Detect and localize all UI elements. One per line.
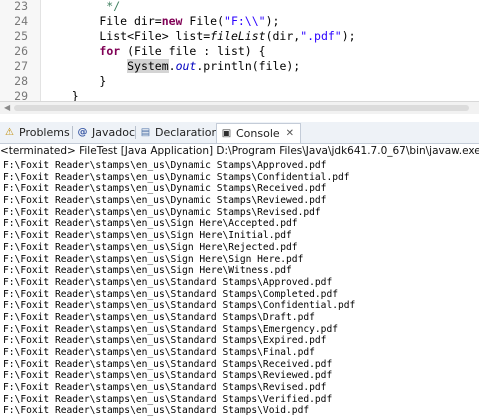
scrollbar-thumb[interactable]	[14, 105, 469, 111]
console-status-header: <terminated> FileTest [Java Application]…	[0, 144, 479, 159]
console-line: F:\Foxit Reader\stamps\en_us\Sign Here\A…	[3, 218, 298, 230]
close-icon[interactable]: ✕	[286, 128, 294, 139]
code-line: 25 List<File> list=fileList(dir,".pdf");	[0, 28, 479, 44]
code-token: );	[265, 14, 280, 28]
console-line: F:\Foxit Reader\stamps\en_us\Standard St…	[3, 393, 333, 405]
declaration-icon: ▤	[140, 127, 151, 138]
console-line: F:\Foxit Reader\stamps\en_us\Dynamic Sta…	[3, 195, 327, 207]
tab-console-label: Console	[236, 127, 280, 140]
code-text: */	[44, 0, 120, 14]
code-token: new	[161, 14, 183, 28]
code-token: fileList	[210, 29, 266, 43]
code-text: for (File file : list) {	[44, 43, 266, 59]
line-number: 23	[14, 0, 28, 13]
code-token: File(	[182, 14, 225, 28]
code-token: }	[44, 74, 107, 88]
console-output[interactable]: F:\Foxit Reader\stamps\en_us\Dynamic Sta…	[0, 160, 479, 420]
line-number: 25	[14, 29, 28, 43]
console-line: F:\Foxit Reader\stamps\en_us\Sign Here\S…	[3, 253, 304, 265]
console-line: F:\Foxit Reader\stamps\en_us\Dynamic Sta…	[3, 206, 321, 218]
tab-console[interactable]: ▣ Console ✕	[216, 123, 302, 143]
code-token: );	[341, 29, 356, 43]
code-editor[interactable]: 23 */24 File dir=new File("F:\\"); 25 Lis…	[0, 0, 479, 103]
code-token: File dir=	[44, 14, 162, 28]
tab-declaration[interactable]: ▤ Declaration	[139, 123, 219, 142]
console-icon: ▣	[221, 128, 232, 139]
line-number: 27	[14, 59, 28, 73]
code-line: 26 for (File file : list) {	[0, 43, 479, 59]
problems-icon: ⚠	[5, 127, 14, 138]
console-line: F:\Foxit Reader\stamps\en_us\Standard St…	[3, 370, 333, 382]
tab-problems-label: Problems	[19, 126, 70, 139]
code-line: 23 */	[0, 0, 479, 14]
code-token: "F:\\"	[224, 14, 266, 28]
console-line: F:\Foxit Reader\stamps\en_us\Standard St…	[3, 276, 333, 288]
console-line: F:\Foxit Reader\stamps\en_us\Standard St…	[3, 323, 339, 335]
line-number: 26	[14, 44, 28, 58]
console-line: F:\Foxit Reader\stamps\en_us\Dynamic Sta…	[3, 171, 350, 183]
code-text: }	[44, 73, 106, 89]
code-token: List<File> list=	[44, 29, 211, 43]
code-token: out	[175, 59, 197, 73]
console-line: F:\Foxit Reader\stamps\en_us\Standard St…	[3, 335, 327, 347]
scroll-left-icon[interactable]: ◀	[4, 103, 10, 112]
console-line: F:\Foxit Reader\stamps\en_us\Sign Here\R…	[3, 241, 298, 253]
console-line: F:\Foxit Reader\stamps\en_us\Dynamic Sta…	[3, 160, 327, 171]
console-line: F:\Foxit Reader\stamps\en_us\Standard St…	[3, 311, 315, 323]
code-token: System	[127, 59, 169, 73]
editor-horizontal-scrollbar[interactable]: ◀	[0, 101, 479, 114]
code-line: 24 File dir=new File("F:\\");	[0, 13, 479, 29]
console-line: F:\Foxit Reader\stamps\en_us\Dynamic Sta…	[3, 183, 327, 195]
console-line: F:\Foxit Reader\stamps\en_us\Standard St…	[3, 288, 339, 300]
code-text: File dir=new File("F:\\");	[44, 13, 279, 29]
javadoc-icon: @	[77, 127, 88, 138]
code-token: .println(file);	[196, 59, 301, 73]
console-line: F:\Foxit Reader\stamps\en_us\Standard St…	[3, 382, 327, 394]
code-token: ".pdf"	[300, 29, 342, 43]
code-line: 28 }	[0, 73, 479, 89]
tab-javadoc-label: Javadoc	[92, 126, 135, 139]
tab-javadoc[interactable]: @ Javadoc	[76, 123, 136, 142]
console-line: F:\Foxit Reader\stamps\en_us\Standard St…	[3, 358, 333, 370]
console-line: F:\Foxit Reader\stamps\en_us\Standard St…	[3, 300, 356, 312]
code-line: 27 System.out.println(file);	[0, 58, 479, 74]
code-token: for	[99, 44, 121, 58]
console-line: F:\Foxit Reader\stamps\en_us\Standard St…	[3, 347, 315, 358]
code-token: .	[168, 59, 176, 73]
bottom-panel-tabs: ⚠ Problems @ Javadoc ▤ Declaration ▣ Con…	[0, 122, 479, 144]
tab-problems[interactable]: ⚠ Problems	[3, 123, 70, 142]
code-text: System.out.println(file);	[44, 58, 300, 74]
code-text: List<File> list=fileList(dir,".pdf");	[44, 28, 356, 44]
code-token: */	[44, 0, 121, 13]
line-number: 28	[14, 74, 28, 88]
code-token: (dir,	[265, 29, 301, 43]
tab-divider	[72, 126, 73, 139]
tab-divider	[135, 126, 136, 139]
console-line: F:\Foxit Reader\stamps\en_us\Standard St…	[3, 405, 310, 417]
console-line: F:\Foxit Reader\stamps\en_us\Sign Here\I…	[3, 230, 292, 242]
tab-declaration-label: Declaration	[155, 126, 219, 139]
code-token: (File file : list) {	[120, 44, 266, 58]
console-line: F:\Foxit Reader\stamps\en_us\Sign Here\W…	[3, 265, 292, 277]
line-number: 24	[14, 14, 28, 28]
